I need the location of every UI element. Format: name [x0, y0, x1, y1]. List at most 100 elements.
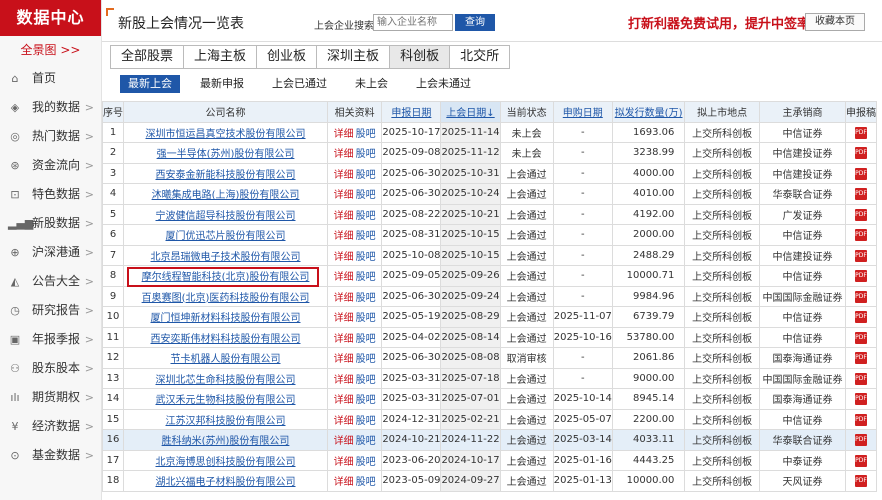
- pdf-icon[interactable]: PDF: [854, 188, 867, 201]
- company-name-link[interactable]: 节卡机器人股份有限公司: [171, 354, 281, 365]
- pdf-icon[interactable]: PDF: [854, 454, 867, 467]
- detail-link[interactable]: 详细: [334, 375, 354, 386]
- company-name-link[interactable]: 深圳市恒运昌真空技术股份有限公司: [146, 129, 306, 140]
- forum-link[interactable]: 股吧: [356, 436, 376, 447]
- tab-1[interactable]: 上海主板: [183, 45, 257, 69]
- promo-link[interactable]: 打新利器免费试用，提升中签率: [628, 13, 810, 32]
- detail-link[interactable]: 详细: [334, 395, 354, 406]
- detail-link[interactable]: 详细: [334, 457, 354, 468]
- sidebar-item-3[interactable]: ⊛ 资金流向 >: [0, 151, 101, 180]
- detail-link[interactable]: 详细: [334, 170, 354, 181]
- forum-link[interactable]: 股吧: [356, 416, 376, 427]
- pdf-icon[interactable]: PDF: [854, 393, 867, 406]
- pdf-icon[interactable]: PDF: [854, 434, 867, 447]
- pdf-icon[interactable]: PDF: [854, 249, 867, 262]
- forum-link[interactable]: 股吧: [356, 190, 376, 201]
- column-header-6[interactable]: 申购日期: [552, 101, 613, 123]
- sidebar-item-9[interactable]: ▣ 年报季报 >: [0, 325, 101, 354]
- forum-link[interactable]: 股吧: [356, 395, 376, 406]
- panorama-link[interactable]: 全景图 >>: [0, 36, 101, 64]
- forum-link[interactable]: 股吧: [356, 354, 376, 365]
- sidebar-item-7[interactable]: ◭ 公告大全 >: [0, 267, 101, 296]
- pdf-icon[interactable]: PDF: [854, 126, 867, 139]
- company-name-link[interactable]: 西安泰金新能科技股份有限公司: [156, 170, 296, 181]
- company-name-link[interactable]: 胜科纳米(苏州)股份有限公司: [162, 436, 290, 447]
- forum-link[interactable]: 股吧: [356, 375, 376, 386]
- tab-4[interactable]: 科创板: [389, 45, 450, 69]
- forum-link[interactable]: 股吧: [356, 334, 376, 345]
- sidebar-item-2[interactable]: ◎ 热门数据 >: [0, 122, 101, 151]
- column-header-7[interactable]: 拟发行数量(万): [611, 101, 686, 123]
- forum-link[interactable]: 股吧: [356, 231, 376, 242]
- detail-link[interactable]: 详细: [334, 231, 354, 242]
- detail-link[interactable]: 详细: [334, 129, 354, 140]
- company-name-link[interactable]: 厦门恒坤新材料科技股份有限公司: [151, 313, 301, 324]
- detail-link[interactable]: 详细: [334, 252, 354, 263]
- tab-3[interactable]: 深圳主板: [316, 45, 390, 69]
- company-name-link[interactable]: 武汉禾元生物科技股份有限公司: [156, 395, 296, 406]
- forum-link[interactable]: 股吧: [356, 149, 376, 160]
- pdf-icon[interactable]: PDF: [854, 270, 867, 283]
- company-name-link[interactable]: 沐曦集成电路(上海)股份有限公司: [152, 190, 300, 201]
- forum-link[interactable]: 股吧: [356, 211, 376, 222]
- detail-link[interactable]: 详细: [334, 477, 354, 488]
- pdf-icon[interactable]: PDF: [854, 167, 867, 180]
- forum-link[interactable]: 股吧: [356, 477, 376, 488]
- company-name-link[interactable]: 江苏汉邦科技股份有限公司: [166, 416, 286, 427]
- favorite-button[interactable]: 收藏本页: [805, 13, 865, 31]
- forum-link[interactable]: 股吧: [356, 129, 376, 140]
- company-name-link[interactable]: 西安奕斯伟材料科技股份有限公司: [151, 334, 301, 345]
- company-name-link[interactable]: 强一半导体(苏州)股份有限公司: [157, 149, 295, 160]
- pdf-icon[interactable]: PDF: [854, 331, 867, 344]
- pdf-icon[interactable]: PDF: [854, 352, 867, 365]
- detail-link[interactable]: 详细: [334, 416, 354, 427]
- tab-0[interactable]: 全部股票: [110, 45, 184, 69]
- company-name-link[interactable]: 深圳北芯生命科技股份有限公司: [156, 375, 296, 386]
- pdf-icon[interactable]: PDF: [854, 413, 867, 426]
- subtab-2[interactable]: 上会已通过: [264, 75, 335, 93]
- company-name-link[interactable]: 宁波健信超导科技股份有限公司: [156, 211, 296, 222]
- company-search-input[interactable]: [373, 14, 453, 31]
- forum-link[interactable]: 股吧: [356, 313, 376, 324]
- company-name-link[interactable]: 北京昂瑞微电子技术股份有限公司: [151, 252, 301, 263]
- pdf-icon[interactable]: PDF: [854, 229, 867, 242]
- forum-link[interactable]: 股吧: [356, 457, 376, 468]
- sidebar-item-6[interactable]: ⊕ 沪深港通 >: [0, 238, 101, 267]
- pdf-icon[interactable]: PDF: [854, 147, 867, 160]
- detail-link[interactable]: 详细: [334, 313, 354, 324]
- pdf-icon[interactable]: PDF: [854, 311, 867, 324]
- detail-link[interactable]: 详细: [334, 354, 354, 365]
- pdf-icon[interactable]: PDF: [854, 475, 867, 488]
- sidebar-item-4[interactable]: ⊡ 特色数据 >: [0, 180, 101, 209]
- detail-link[interactable]: 详细: [334, 436, 354, 447]
- search-button[interactable]: 查询: [455, 14, 495, 31]
- company-name-link[interactable]: 百奥赛图(北京)医药科技股份有限公司: [142, 293, 310, 304]
- forum-link[interactable]: 股吧: [356, 252, 376, 263]
- sidebar-item-1[interactable]: ◈ 我的数据 >: [0, 93, 101, 122]
- company-name-link[interactable]: 湖北兴福电子材料股份有限公司: [156, 477, 296, 488]
- subtab-0[interactable]: 最新上会: [120, 75, 180, 93]
- column-header-4[interactable]: 上会日期↓: [440, 101, 501, 123]
- subtab-1[interactable]: 最新申报: [192, 75, 252, 93]
- company-name-link[interactable]: 北京海博思创科技股份有限公司: [156, 457, 296, 468]
- sidebar-item-10[interactable]: ⚇ 股东股本 >: [0, 354, 101, 383]
- sidebar-item-8[interactable]: ◷ 研究报告 >: [0, 296, 101, 325]
- forum-link[interactable]: 股吧: [356, 170, 376, 181]
- pdf-icon[interactable]: PDF: [854, 290, 867, 303]
- pdf-icon[interactable]: PDF: [854, 208, 867, 221]
- detail-link[interactable]: 详细: [334, 272, 354, 283]
- subtab-3[interactable]: 未上会: [347, 75, 396, 93]
- tab-5[interactable]: 北交所: [449, 45, 511, 69]
- sidebar-item-13[interactable]: ⊙ 基金数据 >: [0, 441, 101, 470]
- pdf-icon[interactable]: PDF: [854, 372, 867, 385]
- sidebar-item-11[interactable]: ılı 期货期权 >: [0, 383, 101, 412]
- sidebar-item-0[interactable]: ⌂ 首页: [0, 64, 101, 93]
- subtab-4[interactable]: 上会未通过: [408, 75, 479, 93]
- detail-link[interactable]: 详细: [334, 190, 354, 201]
- forum-link[interactable]: 股吧: [356, 293, 376, 304]
- detail-link[interactable]: 详细: [334, 334, 354, 345]
- forum-link[interactable]: 股吧: [356, 272, 376, 283]
- column-header-3[interactable]: 申报日期: [381, 101, 442, 123]
- sidebar-item-5[interactable]: ▂▄▆新股数据 >: [0, 209, 101, 238]
- tab-2[interactable]: 创业板: [256, 45, 317, 69]
